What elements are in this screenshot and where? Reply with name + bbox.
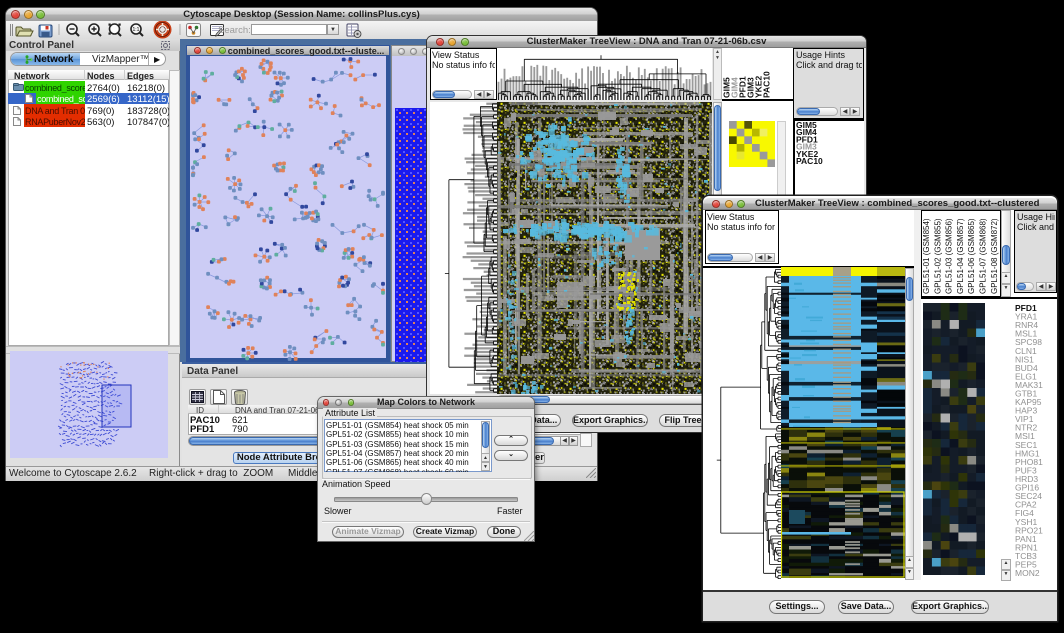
svg-text:1:1: 1:1 <box>133 27 140 33</box>
